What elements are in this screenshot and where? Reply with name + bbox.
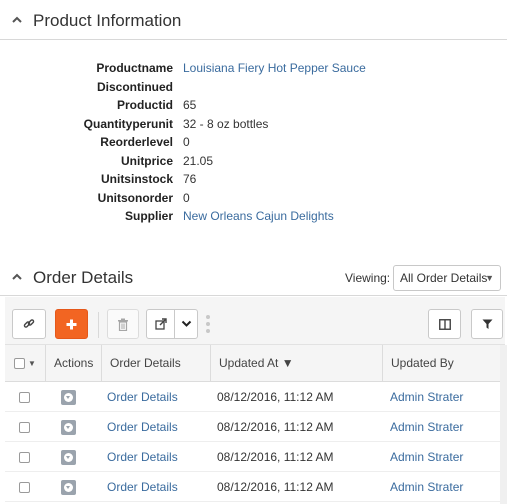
field-value: 0 (183, 190, 190, 205)
export-dropdown-button[interactable] (174, 309, 198, 339)
trash-icon (118, 318, 128, 331)
row-updated-at: 08/12/2016, 11:12 AM (217, 390, 334, 404)
order-details-title: Order Details (33, 268, 134, 287)
select-all-header[interactable]: ▼ (5, 345, 46, 382)
field-value: 0 (183, 135, 190, 149)
product-information-header[interactable]: Product Information (0, 3, 507, 40)
table-row: Order Details 08/12/2016, 11:12 AM Admin… (5, 442, 505, 472)
viewing-select-value: All Order Details (400, 271, 488, 285)
row-updated-at: 08/12/2016, 11:12 AM (217, 420, 334, 434)
row-order-details-link[interactable]: Order Details (107, 382, 178, 412)
grid-header-row: ▼ Actions Order Details Updated At ▼ Upd… (5, 345, 505, 382)
row-checkbox[interactable] (19, 392, 30, 403)
table-row: Order Details 08/12/2016, 11:12 AM Admin… (5, 412, 505, 442)
field-unitsonorder: Unitsonorder 0 (0, 189, 507, 207)
row-actions-icon[interactable] (61, 450, 76, 465)
caret-down-icon: ▼ (485, 273, 494, 283)
field-label: Supplier (124, 209, 173, 223)
productname-link[interactable]: Louisiana Fiery Hot Pepper Sauce (183, 59, 366, 77)
filter-button[interactable] (471, 309, 503, 339)
field-label: Productname (96, 61, 173, 75)
table-row: Order Details 08/12/2016, 11:12 AM Admin… (5, 382, 505, 412)
select-all-checkbox[interactable] (14, 358, 25, 369)
field-quantityperunit: Quantityperunit 32 - 8 oz bottles (0, 115, 507, 133)
chevron-up-icon[interactable] (10, 270, 24, 284)
row-order-details-link[interactable]: Order Details (107, 472, 178, 502)
link-icon (23, 319, 35, 328)
order-details-toolbar (5, 297, 505, 345)
field-label: Productid (117, 98, 173, 112)
row-updated-by-link[interactable]: Admin Strater (390, 442, 463, 472)
field-productname: Productname Louisiana Fiery Hot Pepper S… (0, 59, 507, 77)
field-value: 21.05 (183, 153, 214, 168)
field-label: Quantityperunit (83, 116, 173, 131)
product-information-title: Product Information (33, 11, 182, 30)
export-button[interactable] (146, 309, 175, 339)
row-checkbox[interactable] (19, 452, 30, 463)
plus-icon (66, 319, 77, 329)
add-button[interactable] (55, 309, 88, 339)
drag-handle-icon[interactable] (206, 315, 210, 335)
column-header-updated-at[interactable]: Updated At ▼ (211, 345, 383, 382)
field-label: Discontinued (96, 79, 173, 94)
link-button[interactable] (12, 309, 46, 339)
viewing-label: Viewing: (345, 271, 391, 285)
columns-button[interactable] (428, 309, 461, 339)
field-unitprice: Unitprice 21.05 (0, 152, 507, 170)
field-productid: Productid 65 (0, 96, 507, 114)
chevron-down-icon (181, 320, 191, 327)
delete-button[interactable] (107, 309, 139, 339)
column-header-updated-by[interactable]: Updated By (383, 345, 505, 382)
row-updated-at: 08/12/2016, 11:12 AM (217, 480, 334, 494)
row-order-details-link[interactable]: Order Details (107, 412, 178, 442)
field-value: 65 (183, 98, 197, 112)
field-supplier: Supplier New Orleans Cajun Delights (0, 207, 507, 225)
field-discontinued: Discontinued (0, 78, 507, 96)
external-link-icon (154, 318, 167, 330)
grid-scrollbar[interactable] (500, 345, 507, 504)
supplier-link[interactable]: New Orleans Cajun Delights (183, 207, 334, 225)
row-updated-at: 08/12/2016, 11:12 AM (217, 450, 334, 464)
table-row: Order Details 08/12/2016, 11:12 AM Admin… (5, 472, 505, 502)
row-updated-by-link[interactable]: Admin Strater (390, 472, 463, 502)
field-label: Reorderlevel (100, 135, 173, 149)
column-header-order-details[interactable]: Order Details (102, 345, 211, 382)
field-label: Unitprice (120, 153, 173, 168)
field-label: Unitsinstock (100, 172, 173, 186)
row-order-details-link[interactable]: Order Details (107, 442, 178, 472)
field-value: 76 (183, 172, 197, 186)
row-actions-icon[interactable] (61, 480, 76, 495)
field-label: Unitsonorder (97, 190, 173, 205)
field-value: 32 - 8 oz bottles (183, 116, 269, 131)
row-checkbox[interactable] (19, 422, 30, 433)
toolbar-separator (98, 312, 99, 338)
field-unitsinstock: Unitsinstock 76 (0, 170, 507, 188)
filter-icon (482, 319, 492, 329)
field-reorderlevel: Reorderlevel 0 (0, 133, 507, 151)
caret-down-icon[interactable]: ▼ (28, 345, 36, 382)
row-actions-icon[interactable] (61, 420, 76, 435)
row-actions-icon[interactable] (61, 390, 76, 405)
row-updated-by-link[interactable]: Admin Strater (390, 382, 463, 412)
chevron-up-icon[interactable] (10, 13, 24, 27)
viewing-select[interactable]: All Order Details ▼ (393, 265, 501, 291)
row-updated-by-link[interactable]: Admin Strater (390, 412, 463, 442)
row-checkbox[interactable] (19, 482, 30, 493)
column-header-actions: Actions (46, 345, 102, 382)
columns-icon (438, 318, 451, 330)
